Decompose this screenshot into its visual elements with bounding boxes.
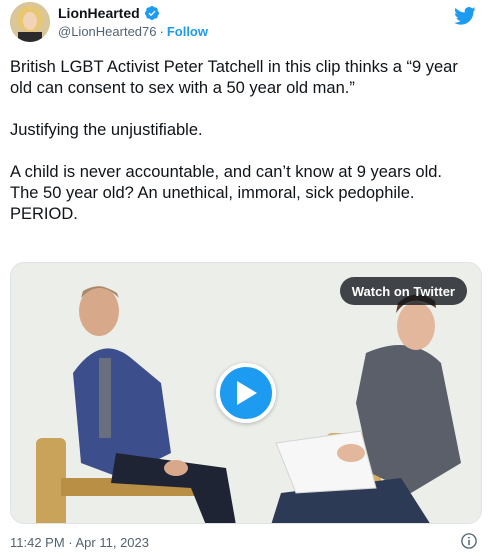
follow-link[interactable]: Follow [167,24,208,39]
tweet-paragraph: Justifying the unjustifiable. [10,121,203,139]
author-name-row[interactable]: LionHearted [58,5,160,21]
play-icon [237,381,257,405]
tweet-text: British LGBT Activist Peter Tatchell in … [10,57,480,225]
verified-badge-icon [144,6,159,20]
video-player[interactable]: Watch on Twitter [10,262,482,524]
separator-dot: · [159,24,164,39]
watch-on-twitter-button[interactable]: Watch on Twitter [339,277,467,305]
author-handle[interactable]: @LionHearted76 [58,24,156,39]
twitter-bird-icon[interactable] [454,6,476,26]
avatar[interactable] [10,2,50,42]
tweet-timestamp[interactable]: 11:42 PM · Apr 11, 2023 [10,535,149,550]
author-handle-row: @LionHearted76 · Follow [58,24,208,39]
tweet-paragraph: British LGBT Activist Peter Tatchell in … [10,58,463,97]
tweet-paragraph: A child is never accountable, and can’t … [10,163,443,223]
author-display-name[interactable]: LionHearted [58,5,140,21]
info-icon[interactable] [460,532,478,550]
play-button[interactable] [216,363,276,423]
